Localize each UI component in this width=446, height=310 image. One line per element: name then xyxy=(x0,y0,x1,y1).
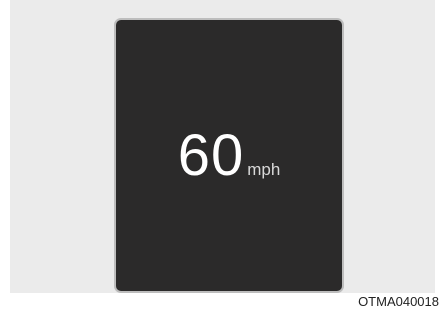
speedometer-display: 60 mph xyxy=(114,18,344,293)
speed-unit: mph xyxy=(247,160,281,179)
image-code-label: OTMA040018 xyxy=(358,294,439,309)
speed-value: 60 xyxy=(177,123,245,188)
speed-readout: 60 mph xyxy=(116,127,342,185)
